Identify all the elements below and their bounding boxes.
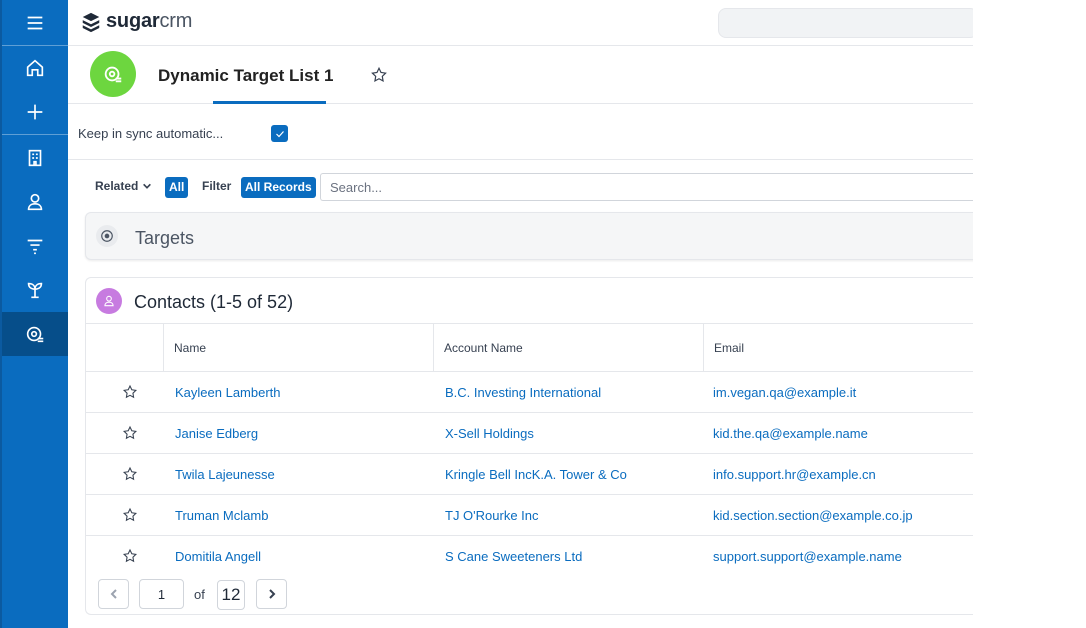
menu-icon [27, 16, 43, 30]
favorite-button[interactable] [370, 66, 388, 84]
record-header: Dynamic Target List 1 [68, 46, 973, 104]
favorite-row-button[interactable] [122, 425, 138, 441]
sidebar [0, 0, 68, 628]
star-outline-icon [122, 384, 138, 399]
favorite-row-button[interactable] [122, 466, 138, 482]
page-number-input[interactable] [139, 579, 184, 609]
previous-page-button[interactable] [98, 579, 129, 609]
person-icon [104, 295, 114, 307]
chevron-left-icon [110, 589, 117, 599]
filter-label: Filter [202, 179, 232, 193]
account-name-link[interactable]: Kringle Bell IncK.A. Tower & Co [445, 454, 627, 495]
targets-icon [96, 225, 118, 247]
chevron-down-icon [143, 183, 152, 189]
logo-cube-icon [82, 12, 100, 32]
target-dot-icon [101, 230, 113, 242]
targets-title: Targets [135, 228, 195, 248]
sync-field-row: Keep in sync automatic... [68, 104, 973, 160]
contacts-subpanel-header[interactable]: Contacts (1-5 of 52) [86, 278, 973, 324]
account-name-link[interactable]: X-Sell Holdings [445, 413, 534, 454]
subpanel-filter-bar: Related All Filter All Records [68, 172, 973, 202]
favorite-row-button[interactable] [122, 384, 138, 400]
contact-name-link[interactable]: Janise Edberg [175, 413, 258, 454]
main-content: sugarcrm Dynamic Target List 1 Keep in s… [68, 0, 973, 628]
column-header-name[interactable]: Name [163, 324, 433, 372]
pagination-of-label: of [194, 587, 205, 602]
email-link[interactable]: support.support@example.name [713, 536, 902, 577]
sync-label: Keep in sync automatic... [78, 126, 224, 141]
subpanel-search-input[interactable] [320, 173, 973, 201]
filter-all-records-button[interactable]: All Records [241, 177, 316, 198]
sidebar-divider [2, 134, 68, 135]
filter-icon [27, 239, 43, 255]
record-title: Dynamic Target List 1 [158, 66, 334, 85]
checkmark-icon [275, 130, 284, 137]
menu-toggle-button[interactable] [2, 1, 68, 45]
sync-checkbox[interactable] [271, 125, 288, 142]
chevron-right-icon [268, 589, 275, 599]
target-list-icon [26, 326, 44, 343]
sugarcrm-logo[interactable]: sugarcrm [80, 10, 192, 33]
contacts-subpanel: Contacts (1-5 of 52) Name Account Name E… [85, 277, 973, 615]
star-outline-icon [371, 66, 387, 83]
building-icon [28, 149, 42, 167]
record-avatar [90, 51, 136, 97]
global-search-input[interactable] [718, 8, 973, 38]
related-all-button[interactable]: All [165, 177, 189, 198]
contact-name-link[interactable]: Twila Lajeunesse [175, 454, 275, 495]
plant-icon [27, 282, 43, 299]
sidebar-item-create[interactable] [2, 90, 68, 134]
star-outline-icon [122, 507, 138, 522]
email-link[interactable]: info.support.hr@example.cn [713, 454, 876, 495]
blank-margin [973, 0, 1086, 628]
home-icon [26, 59, 44, 77]
column-header-email[interactable]: Email [703, 324, 973, 372]
sidebar-item-leads[interactable] [2, 224, 68, 268]
table-row: Truman Mclamb TJ O'Rourke Inc kid.sectio… [86, 495, 973, 536]
contacts-icon [96, 288, 122, 314]
table-row: Domitila Angell S Cane Sweeteners Ltd su… [86, 536, 973, 577]
email-link[interactable]: im.vegan.qa@example.it [713, 372, 856, 413]
sidebar-item-target-lists[interactable] [2, 312, 68, 356]
contact-name-link[interactable]: Truman Mclamb [175, 495, 268, 536]
account-name-link[interactable]: TJ O'Rourke Inc [445, 495, 539, 536]
favorite-row-button[interactable] [122, 548, 138, 564]
sidebar-item-home[interactable] [2, 46, 68, 90]
plus-icon [27, 104, 43, 120]
contact-name-link[interactable]: Kayleen Lamberth [175, 372, 281, 413]
contact-name-link[interactable]: Domitila Angell [175, 536, 261, 577]
next-page-button[interactable] [256, 579, 287, 609]
star-outline-icon [122, 548, 138, 563]
sidebar-item-contacts[interactable] [2, 180, 68, 224]
contacts-table-header: Name Account Name Email [86, 324, 973, 372]
email-link[interactable]: kid.section.section@example.co.jp [713, 495, 913, 536]
table-row: Kayleen Lamberth B.C. Investing Internat… [86, 372, 973, 413]
top-bar: sugarcrm [68, 0, 973, 46]
account-name-link[interactable]: B.C. Investing International [445, 372, 601, 413]
email-link[interactable]: kid.the.qa@example.name [713, 413, 868, 454]
contacts-title: Contacts (1-5 of 52) [134, 292, 294, 312]
table-row: Janise Edberg X-Sell Holdings kid.the.qa… [86, 413, 973, 454]
target-list-icon [104, 66, 122, 83]
star-outline-icon [122, 425, 138, 440]
column-header-account-name[interactable]: Account Name [433, 324, 703, 372]
targets-subpanel[interactable]: Targets [85, 212, 973, 260]
logo-text: sugarcrm [106, 10, 193, 32]
account-name-link[interactable]: S Cane Sweeteners Ltd [445, 536, 582, 577]
related-dropdown[interactable]: Related [95, 179, 152, 193]
total-pages: 12 [217, 580, 245, 610]
person-icon [27, 193, 43, 211]
star-outline-icon [122, 466, 138, 481]
favorite-row-button[interactable] [122, 507, 138, 523]
app-window: sugarcrm Dynamic Target List 1 Keep in s… [0, 0, 1086, 628]
sidebar-item-opportunities[interactable] [2, 268, 68, 312]
related-label: Related [95, 179, 139, 193]
sidebar-item-accounts[interactable] [2, 136, 68, 180]
table-row: Twila Lajeunesse Kringle Bell IncK.A. To… [86, 454, 973, 495]
